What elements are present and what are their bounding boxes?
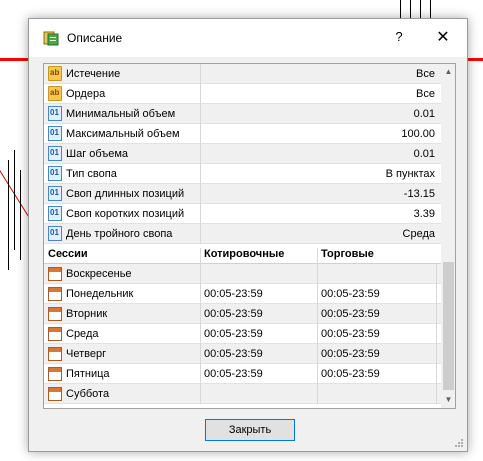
chart-candle: [14, 150, 15, 250]
property-label: Своп длинных позиций: [66, 188, 185, 200]
quote-session: 00:05-23:59: [204, 288, 263, 300]
property-label: Максимальный объем: [66, 128, 180, 140]
session-row[interactable]: Среда 00:05-23:59 00:05-23:59: [44, 324, 441, 344]
resize-grip-icon[interactable]: [454, 438, 464, 448]
property-row[interactable]: 01 Своп коротких позиций 3.39: [44, 204, 441, 224]
numeric-type-icon: 01: [48, 226, 62, 241]
symbol-properties-dialog: Описание ? ✕ ab Истечение Все ab Ордера …: [28, 18, 468, 452]
calendar-icon: [48, 287, 62, 301]
trade-session: 00:05-23:59: [321, 308, 380, 320]
property-value: Все: [416, 88, 435, 100]
session-row[interactable]: Понедельник 00:05-23:59 00:05-23:59: [44, 284, 441, 304]
session-row[interactable]: Суббота: [44, 384, 441, 404]
property-row[interactable]: 01 День тройного свопа Среда: [44, 224, 441, 244]
property-value: Среда: [402, 228, 435, 240]
numeric-type-icon: 01: [48, 186, 62, 201]
chart-candle: [20, 170, 21, 260]
calendar-icon: [48, 327, 62, 341]
session-day: Пятница: [66, 368, 110, 380]
numeric-type-icon: 01: [48, 126, 62, 141]
calendar-icon: [48, 347, 62, 361]
chart-candle: [8, 160, 9, 270]
property-value: 0.01: [413, 148, 435, 160]
property-label: Ордера: [66, 88, 106, 100]
property-label: Истечение: [66, 68, 121, 80]
string-type-icon: ab: [48, 86, 62, 101]
property-value: 3.39: [413, 208, 435, 220]
calendar-icon: [48, 267, 62, 281]
sessions-header: Сессии Котировочные Торговые: [44, 244, 441, 268]
help-button[interactable]: ?: [389, 29, 409, 47]
session-row[interactable]: Воскресенье: [44, 264, 441, 284]
property-value: 100.00: [401, 128, 435, 140]
sessions-column-header: Сессии: [48, 248, 88, 260]
property-row[interactable]: ab Ордера Все: [44, 84, 441, 104]
quote-session: 00:05-23:59: [204, 328, 263, 340]
property-value: В пунктах: [385, 168, 435, 180]
property-row[interactable]: 01 Своп длинных позиций -13.15: [44, 184, 441, 204]
properties-icon: [43, 31, 59, 46]
quote-session: 00:05-23:59: [204, 348, 263, 360]
calendar-icon: [48, 387, 62, 401]
scroll-down-arrow-icon[interactable]: ▼: [441, 392, 455, 408]
window-title: Описание: [67, 31, 123, 45]
properties-panel[interactable]: ab Истечение Все ab Ордера Все 01 Минима…: [43, 63, 456, 409]
session-row[interactable]: Четверг 00:05-23:59 00:05-23:59: [44, 344, 441, 364]
calendar-icon: [48, 367, 62, 381]
quote-session: 00:05-23:59: [204, 308, 263, 320]
numeric-type-icon: 01: [48, 206, 62, 221]
session-row[interactable]: Пятница 00:05-23:59 00:05-23:59: [44, 364, 441, 384]
trade-session: 00:05-23:59: [321, 348, 380, 360]
vertical-scrollbar[interactable]: ▲ ▼: [441, 64, 455, 408]
session-day: Понедельник: [66, 288, 134, 300]
trade-session: 00:05-23:59: [321, 288, 380, 300]
property-row[interactable]: 01 Минимальный объем 0.01: [44, 104, 441, 124]
property-value: -13.15: [403, 188, 435, 200]
scrollbar-thumb[interactable]: [443, 262, 454, 390]
numeric-type-icon: 01: [48, 166, 62, 181]
calendar-icon: [48, 307, 62, 321]
session-day: Суббота: [66, 388, 110, 400]
session-day: Вторник: [66, 308, 108, 320]
session-day: Воскресенье: [66, 268, 132, 280]
session-row[interactable]: Вторник 00:05-23:59 00:05-23:59: [44, 304, 441, 324]
numeric-type-icon: 01: [48, 106, 62, 121]
session-day: Четверг: [66, 348, 107, 360]
property-value: 0.01: [413, 108, 435, 120]
string-type-icon: ab: [48, 66, 62, 81]
property-label: Шаг объема: [66, 148, 128, 160]
chart-candle: [420, 0, 421, 20]
property-label: Минимальный объем: [66, 108, 176, 120]
trade-session: 00:05-23:59: [321, 368, 380, 380]
property-label: День тройного свопа: [66, 228, 173, 240]
property-row[interactable]: 01 Тип свопа В пунктах: [44, 164, 441, 184]
trade-session: 00:05-23:59: [321, 328, 380, 340]
property-value: Все: [416, 68, 435, 80]
trade-column-header: Торговые: [321, 248, 374, 260]
close-button[interactable]: Закрыть: [205, 419, 295, 441]
numeric-type-icon: 01: [48, 146, 62, 161]
quote-session: 00:05-23:59: [204, 368, 263, 380]
scroll-up-arrow-icon[interactable]: ▲: [441, 64, 455, 80]
property-label: Тип свопа: [66, 168, 117, 180]
property-label: Своп коротких позиций: [66, 208, 185, 220]
title-bar[interactable]: Описание ? ✕: [29, 19, 467, 57]
property-row[interactable]: 01 Шаг объема 0.01: [44, 144, 441, 164]
property-row[interactable]: 01 Максимальный объем 100.00: [44, 124, 441, 144]
quote-column-header: Котировочные: [204, 248, 285, 260]
properties-list: ab Истечение Все ab Ордера Все 01 Минима…: [44, 64, 441, 404]
close-window-button[interactable]: ✕: [431, 27, 455, 49]
session-day: Среда: [66, 328, 99, 340]
property-row[interactable]: ab Истечение Все: [44, 64, 441, 84]
